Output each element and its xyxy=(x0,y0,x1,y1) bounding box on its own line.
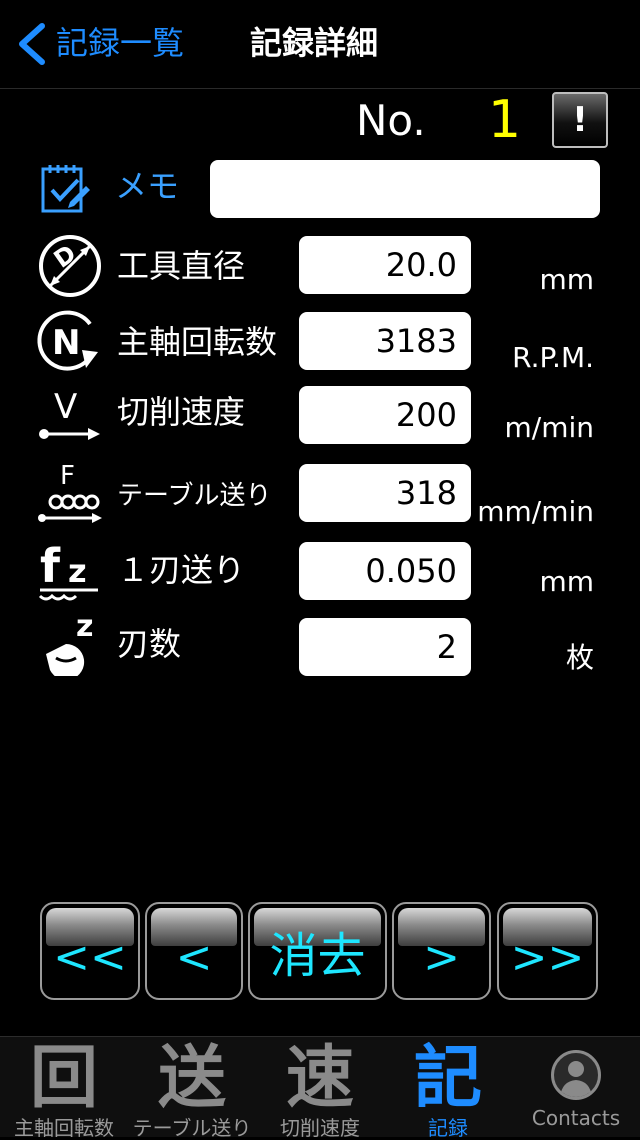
record-number-label: No. xyxy=(356,96,426,145)
previous-record-label: < xyxy=(175,932,213,983)
tab-table-feed[interactable]: 送 テーブル送り xyxy=(128,1036,256,1140)
tab-cutting-speed-label: 切削速度 xyxy=(280,1116,360,1140)
last-record-label: >> xyxy=(510,932,585,983)
tab-table-feed-icon: 送 xyxy=(157,1039,226,1118)
first-record-button[interactable]: << xyxy=(40,902,140,1000)
memo-icon xyxy=(41,165,90,213)
spindle-speed-unit: R.P.M. xyxy=(512,341,594,374)
tab-cutting-speed-icon: 速 xyxy=(285,1039,354,1118)
back-chevron-icon[interactable] xyxy=(14,22,54,66)
tab-records-icon: 記 xyxy=(413,1039,482,1118)
tab-spindle-speed-label: 主軸回転数 xyxy=(14,1116,114,1140)
tool-diameter-unit: mm xyxy=(539,263,594,296)
cutting-speed-icon: V xyxy=(39,387,100,440)
tab-table-feed-label: テーブル送り xyxy=(132,1116,252,1140)
record-number-value: 1 xyxy=(488,90,522,150)
svg-text:F: F xyxy=(60,461,75,491)
tab-records[interactable]: 記 記録 xyxy=(384,1036,512,1140)
spindle-rpm-icon: N xyxy=(37,310,98,371)
svg-text:V: V xyxy=(54,387,77,427)
cutting-speed-value[interactable]: 200 xyxy=(299,386,471,444)
back-button[interactable]: 記録一覧 xyxy=(56,20,184,66)
teeth-count-value[interactable]: 2 xyxy=(299,618,471,676)
last-record-button[interactable]: >> xyxy=(497,902,598,1000)
svg-text:z: z xyxy=(68,552,87,590)
first-record-label: << xyxy=(53,932,127,983)
feed-per-tooth-value[interactable]: 0.050 xyxy=(299,542,471,600)
table-feed-icon: F xyxy=(38,461,102,523)
tab-spindle-speed[interactable]: 回 主軸回転数 xyxy=(0,1036,128,1140)
alert-button[interactable]: ! xyxy=(552,92,608,148)
svg-text:z: z xyxy=(76,609,93,644)
next-record-label: > xyxy=(423,932,460,983)
diameter-icon: D xyxy=(39,235,101,297)
table-feed-value[interactable]: 318 xyxy=(299,464,471,522)
teeth-count-icon: z xyxy=(46,609,93,676)
svg-text:f: f xyxy=(40,539,61,593)
cutting-speed-label: 切削速度 xyxy=(117,393,246,431)
feed-per-tooth-icon: f z xyxy=(38,539,98,601)
tool-diameter-label: 工具直径 xyxy=(117,247,246,285)
tool-diameter-value[interactable]: 20.0 xyxy=(299,236,471,294)
tab-contacts[interactable]: Contacts xyxy=(512,1036,640,1136)
teeth-count-unit: 枚 xyxy=(565,641,594,674)
feed-per-tooth-unit: mm xyxy=(539,565,594,598)
clear-label: 消去 xyxy=(269,928,366,984)
spindle-speed-label: 主軸回転数 xyxy=(117,323,278,361)
feed-per-tooth-label: １刃送り xyxy=(117,551,246,589)
svg-text:N: N xyxy=(52,323,80,363)
memo-field[interactable] xyxy=(210,160,600,218)
clear-button[interactable]: 消去 xyxy=(248,902,387,1000)
contacts-icon xyxy=(551,1050,601,1100)
tab-records-label: 記録 xyxy=(428,1116,468,1140)
tab-contacts-label: Contacts xyxy=(531,1106,621,1130)
tab-cutting-speed[interactable]: 速 切削速度 xyxy=(256,1036,384,1140)
table-feed-label: テーブル送り xyxy=(117,481,272,511)
memo-label: メモ xyxy=(115,167,180,205)
previous-record-button[interactable]: < xyxy=(145,902,243,1000)
next-record-button[interactable]: > xyxy=(392,902,491,1000)
table-feed-unit: mm/min xyxy=(477,495,594,528)
page-title: 記録詳細 xyxy=(250,24,379,62)
cutting-speed-unit: m/min xyxy=(504,411,594,444)
teeth-count-label: 刃数 xyxy=(117,625,182,663)
spindle-speed-value[interactable]: 3183 xyxy=(299,312,471,370)
tab-spindle-speed-icon: 回 xyxy=(29,1039,98,1118)
